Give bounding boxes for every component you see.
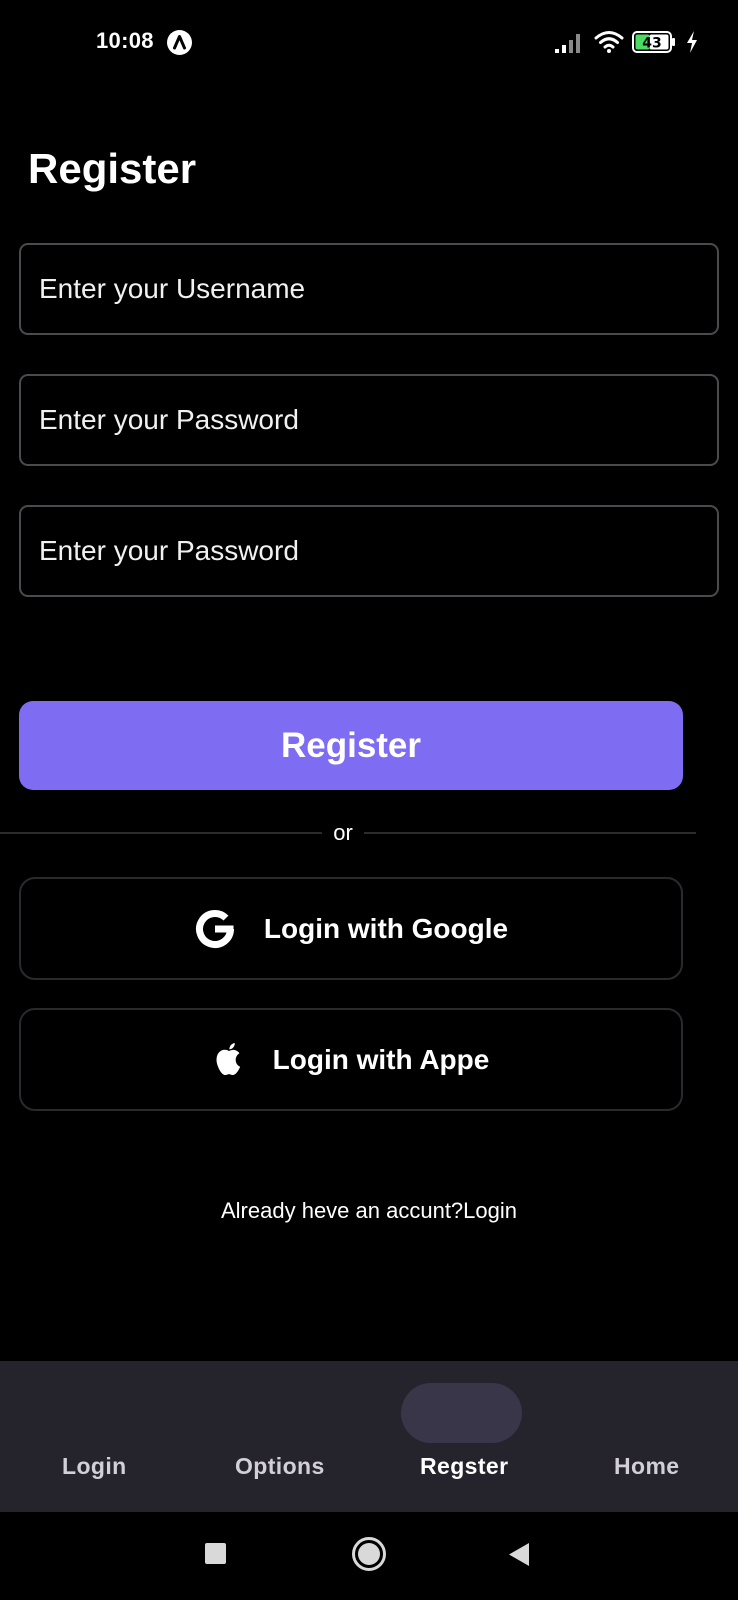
back-icon[interactable] xyxy=(507,1541,531,1568)
wifi-icon xyxy=(594,31,624,53)
login-with-apple-button[interactable]: Login with Appe xyxy=(19,1008,683,1111)
app-badge-icon xyxy=(167,30,192,55)
password-input[interactable] xyxy=(21,376,717,464)
divider-line-left xyxy=(0,832,322,834)
nav-active-indicator xyxy=(401,1383,522,1443)
nav-item-home[interactable]: Home xyxy=(614,1453,680,1480)
signal-icon xyxy=(555,34,580,53)
nav-item-register[interactable]: Regster xyxy=(420,1453,508,1480)
register-button[interactable]: Register xyxy=(19,701,683,790)
system-navigation-bar xyxy=(0,1512,738,1600)
battery-level: 43 xyxy=(642,36,661,52)
divider-text: or xyxy=(333,820,353,845)
page-title: Register xyxy=(28,145,197,192)
confirm-password-field[interactable] xyxy=(19,505,719,597)
username-input[interactable] xyxy=(21,245,717,333)
battery-icon: 43 xyxy=(632,31,675,53)
divider-line-right xyxy=(364,832,696,834)
status-bar: 10:08 43 xyxy=(0,0,738,86)
confirm-password-input[interactable] xyxy=(21,507,717,595)
username-field[interactable] xyxy=(19,243,719,335)
nav-item-login[interactable]: Login xyxy=(62,1453,127,1480)
apple-button-label: Login with Appe xyxy=(272,1043,490,1075)
charging-icon xyxy=(687,31,697,53)
login-link[interactable]: Already heve an accunt?Login xyxy=(0,1198,738,1224)
google-button-label: Login with Google xyxy=(263,912,509,944)
apple-icon xyxy=(216,1042,240,1075)
home-icon[interactable] xyxy=(351,1536,387,1572)
status-time: 10:08 xyxy=(96,28,154,53)
password-field[interactable] xyxy=(19,374,719,466)
recents-icon[interactable] xyxy=(205,1543,226,1564)
login-with-google-button[interactable]: Login with Google xyxy=(19,877,683,980)
nav-item-options[interactable]: Options xyxy=(235,1453,325,1480)
bottom-navigation-bar: Login Options Regster Home xyxy=(0,1361,738,1512)
google-icon xyxy=(195,909,234,948)
